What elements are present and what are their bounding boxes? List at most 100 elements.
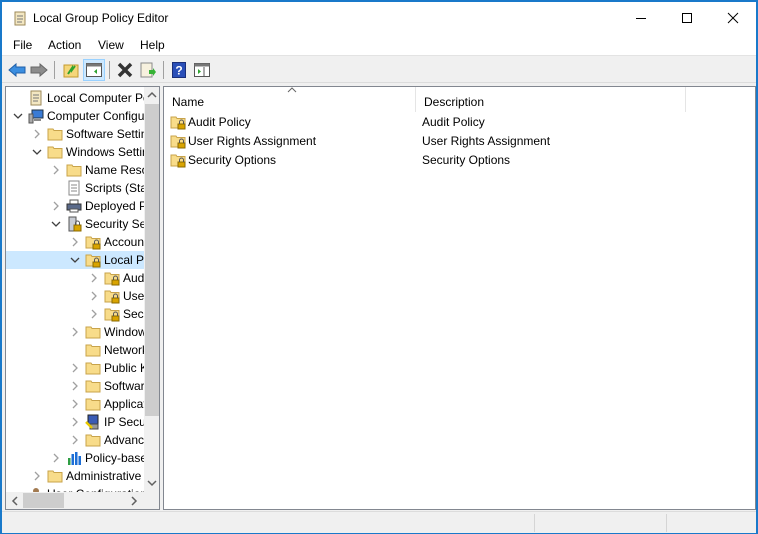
tree-item-ip-security-policies[interactable]: IP Security Policies xyxy=(6,413,144,431)
chart-icon xyxy=(66,450,82,466)
tree-item-software-settings[interactable]: Software Settings xyxy=(6,125,144,143)
lock-folder-icon xyxy=(170,152,186,168)
status-bar xyxy=(2,511,756,533)
scroll-down-icon[interactable] xyxy=(147,479,157,487)
menu-view[interactable]: View xyxy=(98,38,124,52)
show-hide-console-tree-button[interactable] xyxy=(83,59,105,81)
chevron-right-icon[interactable] xyxy=(69,416,81,428)
chevron-right-icon[interactable] xyxy=(69,434,81,446)
tree-item-local-computer-policy[interactable]: Local Computer Policy xyxy=(6,89,144,107)
column-header-name[interactable]: Name xyxy=(164,87,416,112)
list-item[interactable]: Audit Policy Audit Policy xyxy=(164,113,754,132)
status-separator xyxy=(534,514,535,532)
folder-icon xyxy=(85,342,101,358)
tree-item-audit-policy[interactable]: Audit Policy xyxy=(6,269,144,287)
tree-item-name-resolution-policy[interactable]: Name Resolution Policy xyxy=(6,161,144,179)
chevron-right-icon[interactable] xyxy=(50,164,62,176)
tree-item-label: User Rights Assignment xyxy=(123,289,144,303)
chevron-right-icon[interactable] xyxy=(50,452,62,464)
chevron-down-icon[interactable] xyxy=(50,218,62,230)
tree-item-scripts-startup-shutdown[interactable]: Scripts (Startup/Shutdown) xyxy=(6,179,144,197)
tree-item-account-policies[interactable]: Account Policies xyxy=(6,233,144,251)
column-header-description[interactable]: Description xyxy=(416,87,686,112)
help-button[interactable]: ? xyxy=(168,59,190,81)
export-list-button[interactable] xyxy=(137,59,159,81)
maximize-icon xyxy=(682,13,692,23)
tree-item-label: Windows Defender Firewall xyxy=(104,325,144,339)
folder-icon xyxy=(47,468,63,484)
tree-item-label: Advanced Audit Policy Configuration xyxy=(104,433,144,447)
list-item-description: Security Options xyxy=(422,153,511,167)
tree-item-software-restriction-policies[interactable]: Software Restriction Policies xyxy=(6,377,144,395)
tree-item-advanced-audit-policy-configuration[interactable]: Advanced Audit Policy Configuration xyxy=(6,431,144,449)
chevron-right-icon[interactable] xyxy=(69,380,81,392)
status-separator xyxy=(666,514,667,532)
close-button[interactable] xyxy=(710,2,756,34)
chevron-right-icon[interactable] xyxy=(88,272,100,284)
tree-item-local-policies[interactable]: Local Policies xyxy=(6,251,144,269)
minimize-icon xyxy=(636,18,646,19)
chevron-right-icon[interactable] xyxy=(88,308,100,320)
svg-text:?: ? xyxy=(175,64,182,78)
lock-folder-icon xyxy=(85,234,101,250)
menu-file[interactable]: File xyxy=(13,38,32,52)
tree-item-public-key-policies[interactable]: Public Key Policies xyxy=(6,359,144,377)
tree-item-label: Audit Policy xyxy=(123,271,144,285)
folder-icon xyxy=(85,378,101,394)
menu-bar: File Action View Help xyxy=(2,34,756,56)
show-action-pane-button[interactable] xyxy=(191,59,213,81)
tree-item-security-options[interactable]: Security Options xyxy=(6,305,144,323)
tree-horizontal-scrollbar[interactable] xyxy=(6,492,159,509)
scroll-left-icon[interactable] xyxy=(11,496,19,506)
tree-item-label: Software Settings xyxy=(66,127,144,141)
tree-horizontal-scroll-thumb[interactable] xyxy=(23,493,64,508)
scroll-right-icon[interactable] xyxy=(130,496,138,506)
tree-item-label: Public Key Policies xyxy=(104,361,144,375)
back-button[interactable] xyxy=(6,59,28,81)
chevron-down-icon[interactable] xyxy=(12,110,24,122)
tree-item-label: Administrative Templates xyxy=(66,469,144,483)
list-item[interactable]: User Rights Assignment User Rights Assign… xyxy=(164,132,754,151)
chevron-right-icon[interactable] xyxy=(50,200,62,212)
tree-item-label: Security Settings xyxy=(85,217,144,231)
forward-button[interactable] xyxy=(28,59,50,81)
sort-ascending-icon xyxy=(287,87,297,93)
tree-item-user-rights-assignment[interactable]: User Rights Assignment xyxy=(6,287,144,305)
delete-button[interactable] xyxy=(114,59,136,81)
arrow-right-icon xyxy=(30,63,48,77)
chevron-right-icon[interactable] xyxy=(69,236,81,248)
minimize-button[interactable] xyxy=(618,2,664,34)
tree-item-windows-defender-firewall[interactable]: Windows Defender Firewall xyxy=(6,323,144,341)
tree-item-administrative-templates[interactable]: Administrative Templates xyxy=(6,467,144,485)
details-list[interactable]: Name Description Audit Policy Audit Polic… xyxy=(163,86,756,510)
tree-vertical-scrollbar[interactable] xyxy=(144,87,159,492)
list-item[interactable]: Security Options Security Options xyxy=(164,151,754,170)
chevron-right-icon[interactable] xyxy=(88,290,100,302)
tree-item-network-list-manager-policies[interactable]: Network List Manager Policies xyxy=(6,341,144,359)
chevron-right-icon[interactable] xyxy=(69,362,81,374)
tree-item-computer-configuration[interactable]: Computer Configuration xyxy=(6,107,144,125)
tree-item-policy-based-qos[interactable]: Policy-based QoS xyxy=(6,449,144,467)
up-one-level-button[interactable] xyxy=(60,59,82,81)
chevron-right-icon[interactable] xyxy=(31,128,43,140)
tree-vertical-scroll-thumb[interactable] xyxy=(145,104,159,416)
tree-item-label: Computer Configuration xyxy=(47,109,144,123)
list-item-description: User Rights Assignment xyxy=(422,134,551,148)
tree-item-deployed-printers[interactable]: Deployed Printers xyxy=(6,197,144,215)
tree-item-security-settings[interactable]: Security Settings xyxy=(6,215,144,233)
chevron-right-icon[interactable] xyxy=(69,326,81,338)
scroll-up-icon[interactable] xyxy=(147,91,157,99)
chevron-down-icon[interactable] xyxy=(69,254,81,266)
chevron-right-icon[interactable] xyxy=(69,398,81,410)
maximize-button[interactable] xyxy=(664,2,710,34)
arrow-left-icon xyxy=(8,63,26,77)
tree-item-application-control-policies[interactable]: Application Control Policies xyxy=(6,395,144,413)
chevron-down-icon[interactable] xyxy=(31,146,43,158)
chevron-right-icon[interactable] xyxy=(31,470,43,482)
menu-help[interactable]: Help xyxy=(140,38,165,52)
folder-icon xyxy=(85,324,101,340)
menu-action[interactable]: Action xyxy=(48,38,81,52)
tree-item-windows-settings[interactable]: Windows Settings xyxy=(6,143,144,161)
console-tree[interactable]: Local Computer Policy Computer Configurat… xyxy=(5,86,160,510)
folder-icon xyxy=(66,162,82,178)
